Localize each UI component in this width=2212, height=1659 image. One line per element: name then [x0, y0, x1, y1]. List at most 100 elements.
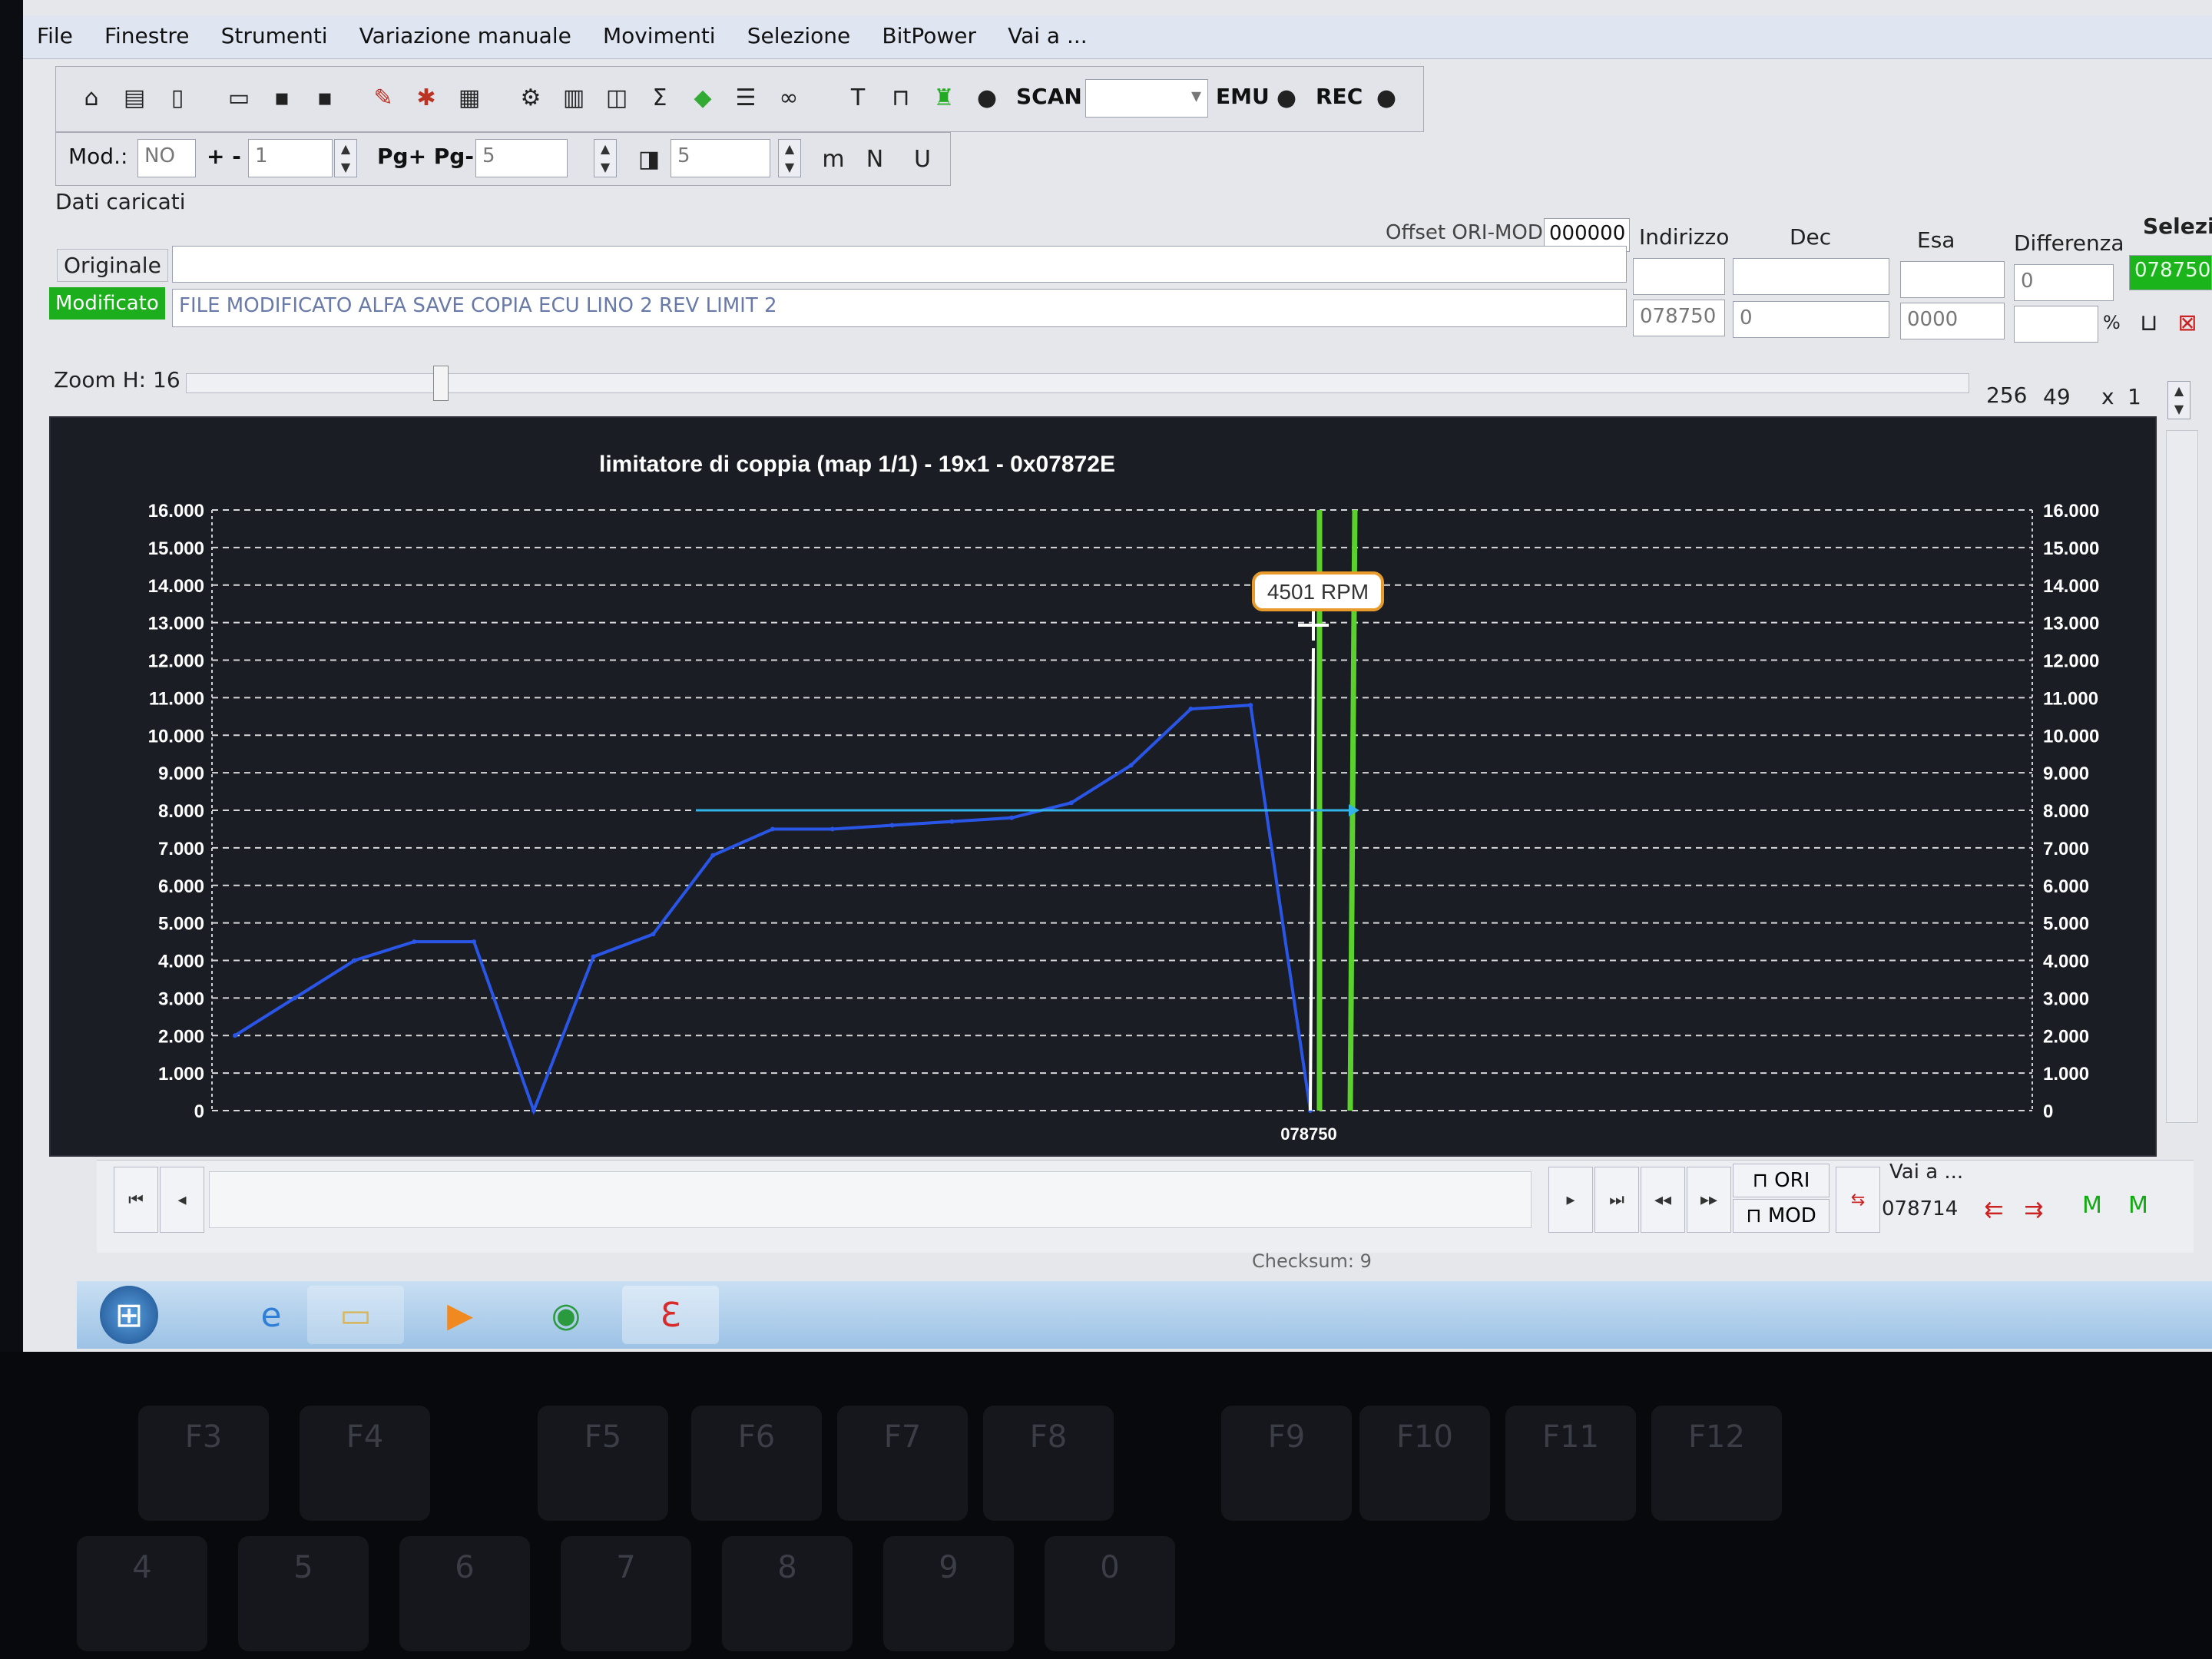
tools-icon[interactable]: ⚙: [514, 81, 548, 114]
plusminus-field[interactable]: 1: [248, 139, 333, 177]
compare-icon[interactable]: ✱: [409, 81, 443, 114]
series-point[interactable]: [1188, 707, 1194, 712]
vai-a-value[interactable]: 078714: [1882, 1197, 1958, 1220]
series-point[interactable]: [830, 826, 835, 832]
menu-movimenti[interactable]: Movimenti: [589, 15, 730, 48]
first-page-button[interactable]: ⏮: [114, 1167, 158, 1233]
text-icon[interactable]: T: [841, 81, 875, 114]
selezione-field[interactable]: 078750: [2129, 255, 2212, 290]
t-spinner[interactable]: ▲ ▼: [778, 139, 801, 177]
menu-variazione[interactable]: Variazione manuale: [346, 15, 585, 48]
pg-spinner[interactable]: ▲ ▼: [594, 139, 617, 177]
step-back-button[interactable]: ◂◂: [1641, 1167, 1685, 1233]
mod-diff-field[interactable]: [2014, 306, 2098, 343]
rec-dot-icon[interactable]: ●: [1369, 81, 1403, 114]
series-point[interactable]: [412, 939, 417, 945]
series-point[interactable]: [1068, 800, 1074, 806]
menu-strumenti[interactable]: Strumenti: [207, 15, 342, 48]
chart-scrollbar[interactable]: [2166, 430, 2198, 1123]
mod-esa-field[interactable]: 0000: [1900, 303, 2005, 339]
goto-ori-icon[interactable]: ⇇: [1977, 1193, 2011, 1227]
menu-finestre[interactable]: Finestre: [91, 15, 204, 48]
table-icon[interactable]: ▦: [452, 81, 486, 114]
sum-icon[interactable]: Σ: [643, 81, 677, 114]
series-point[interactable]: [531, 1108, 536, 1113]
chart-svg[interactable]: limitatore di coppia (map 1/1) - 19x1 - …: [51, 418, 2155, 1155]
mark-m1-icon[interactable]: M: [2075, 1188, 2109, 1222]
ori-dec-field[interactable]: [1733, 258, 1889, 295]
runner-icon[interactable]: ♜: [927, 81, 961, 114]
pg-field[interactable]: 5: [475, 139, 568, 177]
m-icon[interactable]: m: [816, 142, 850, 176]
series-point[interactable]: [352, 958, 357, 963]
ecm-app-icon[interactable]: Ɛ: [622, 1286, 719, 1344]
open-folder-icon[interactable]: ▭: [222, 81, 256, 114]
zoom-slider-thumb[interactable]: [433, 366, 449, 401]
mod-field[interactable]: NO: [137, 139, 196, 177]
calculator-icon[interactable]: ▥: [557, 81, 591, 114]
menu-vai-a[interactable]: Vai a ...: [994, 15, 1101, 48]
series-point[interactable]: [949, 819, 955, 824]
start-orb-icon[interactable]: ⊞: [100, 1286, 158, 1344]
edit-icon[interactable]: ✎: [366, 81, 400, 114]
series-point[interactable]: [591, 954, 596, 959]
t-field[interactable]: 5: [671, 139, 770, 177]
plusminus-spinner[interactable]: ▲ ▼: [334, 139, 357, 177]
ie-icon[interactable]: e: [223, 1286, 320, 1344]
rec-label[interactable]: REC: [1316, 84, 1363, 109]
emu-dot-icon[interactable]: ●: [1270, 81, 1303, 114]
mod-button[interactable]: ⊓ MOD: [1733, 1199, 1830, 1233]
emu-label[interactable]: EMU: [1216, 84, 1270, 109]
mod-addr-field[interactable]: 078750: [1633, 300, 1725, 336]
series-point[interactable]: [651, 932, 656, 937]
folder-icon[interactable]: ▭: [307, 1286, 404, 1344]
prev-page-button[interactable]: ◂: [160, 1167, 204, 1233]
scan-select[interactable]: ▾: [1085, 79, 1208, 118]
position-track[interactable]: [209, 1171, 1532, 1228]
page-icon[interactable]: ▯: [161, 81, 194, 114]
series-point[interactable]: [1128, 763, 1134, 768]
color-icon[interactable]: ◆: [686, 81, 720, 114]
save-icon[interactable]: ▪: [265, 81, 299, 114]
modificato-file-field[interactable]: FILE MODIFICATO ALFA SAVE COPIA ECU LINO…: [172, 289, 1627, 327]
series-line[interactable]: [233, 704, 1312, 1115]
series-point[interactable]: [233, 1033, 237, 1038]
menu-selezione[interactable]: Selezione: [733, 15, 865, 48]
series-point[interactable]: [710, 853, 716, 858]
series-point[interactable]: [1248, 703, 1253, 708]
series-point[interactable]: [770, 826, 775, 832]
ori-esa-field[interactable]: [1900, 261, 2005, 298]
series-point[interactable]: [889, 823, 895, 828]
swap-icon[interactable]: ⇆: [1836, 1167, 1880, 1233]
record-dot-icon[interactable]: ●: [970, 81, 1004, 114]
menu-file[interactable]: File: [23, 15, 87, 48]
ori-button[interactable]: ⊓ ORI: [1733, 1164, 1830, 1197]
chrome-icon[interactable]: ◉: [518, 1286, 614, 1344]
t-icon[interactable]: ◨: [632, 142, 666, 176]
lock-icon[interactable]: ⊓: [884, 81, 918, 114]
series-point[interactable]: [292, 995, 297, 1001]
media-player-icon[interactable]: ▶: [412, 1286, 508, 1344]
u-icon[interactable]: U: [906, 142, 939, 176]
goto-mod-icon[interactable]: ⇉: [2017, 1193, 2051, 1227]
chip-icon[interactable]: ◫: [600, 81, 634, 114]
mark-icon[interactable]: ⊠: [2171, 306, 2204, 339]
mod-dec-field[interactable]: 0: [1733, 301, 1889, 338]
home-icon[interactable]: ⌂: [75, 81, 108, 114]
ori-addr-field[interactable]: [1633, 258, 1725, 295]
save-as-icon[interactable]: ▪: [308, 81, 342, 114]
play-button[interactable]: ▸: [1548, 1167, 1593, 1233]
zoom-slider-track[interactable]: [186, 373, 1969, 393]
series-point[interactable]: [1009, 815, 1015, 820]
scan-label[interactable]: SCAN: [1016, 84, 1082, 109]
list-icon[interactable]: ☰: [729, 81, 763, 114]
mark-m2-icon[interactable]: M: [2121, 1188, 2155, 1222]
last-page-button[interactable]: ⏭: [1594, 1167, 1639, 1233]
diff-field[interactable]: 0: [2014, 264, 2114, 301]
zoom-spinner[interactable]: ▲ ▼: [2167, 381, 2190, 419]
split-icon[interactable]: ⊔: [2132, 306, 2166, 339]
n-icon[interactable]: N: [858, 142, 892, 176]
menu-bitpower[interactable]: BitPower: [868, 15, 990, 48]
series-point[interactable]: [472, 939, 477, 945]
windows-icon[interactable]: ▤: [118, 81, 151, 114]
